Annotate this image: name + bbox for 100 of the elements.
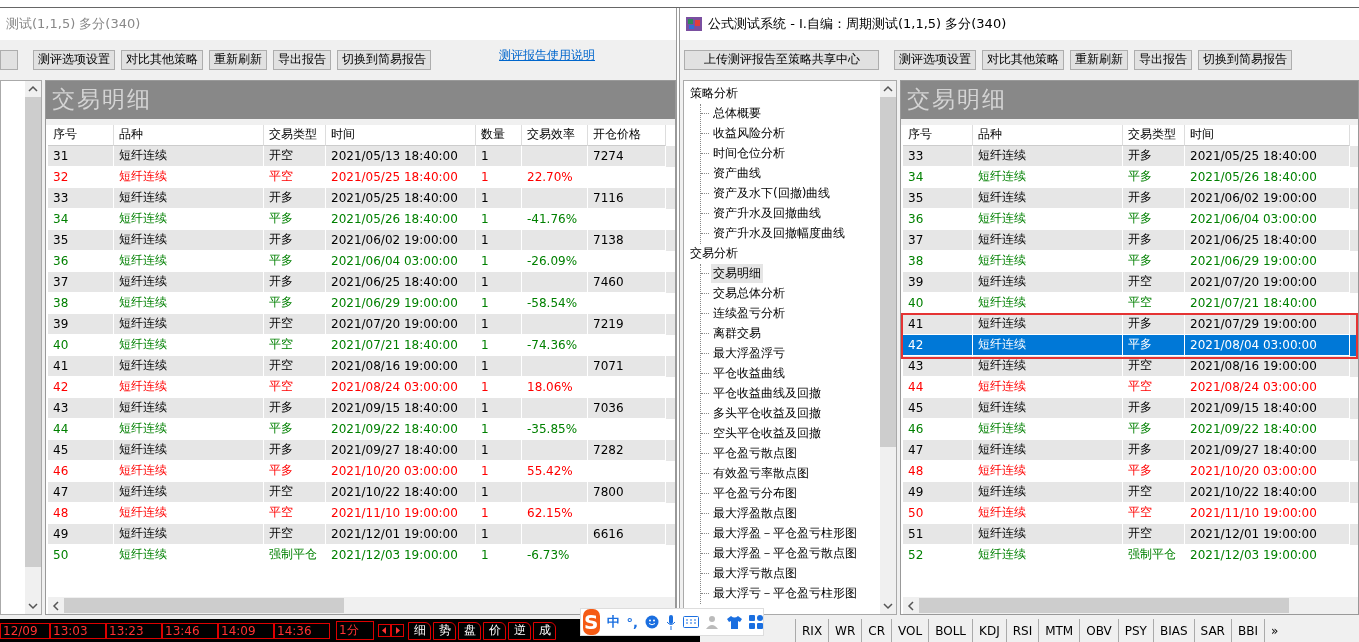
tree-item[interactable]: 空头平仓收益及回撤 xyxy=(711,424,823,444)
tree-item[interactable]: 资产及水下(回撤)曲线 xyxy=(711,184,833,204)
tree-item[interactable]: 平仓收益曲线及回撤 xyxy=(711,384,823,404)
tree-item[interactable]: 平仓盈亏散点图 xyxy=(711,444,799,464)
tree-item[interactable]: 最大浮盈－平仓盈亏散点图 xyxy=(711,544,859,564)
tree-item[interactable]: 最大浮亏－平仓盈亏柱形图 xyxy=(711,584,859,604)
indicator-tab[interactable]: » xyxy=(1263,619,1285,642)
table-row[interactable]: 37 短纤连续 开多 2021/06/25 18:40:00 xyxy=(903,230,1358,251)
horizontal-scrollbar[interactable] xyxy=(903,597,1358,615)
scroll-down-icon[interactable] xyxy=(28,602,38,611)
table-row[interactable]: 35 短纤连续 开多 2021/06/02 19:00:00 1 7138 xyxy=(48,230,675,251)
time-cell[interactable]: 14:09 xyxy=(218,622,274,639)
indicator-tab[interactable]: CR xyxy=(861,619,892,642)
indicator-tab[interactable]: PSY xyxy=(1117,619,1153,642)
vertical-scrollbar[interactable] xyxy=(25,81,41,615)
tree-item[interactable]: 平仓盈亏分布图 xyxy=(711,484,799,504)
tree-item[interactable]: 总体概要 xyxy=(711,104,763,124)
indicator-tab[interactable]: OBV xyxy=(1079,619,1118,642)
indicator-tab[interactable]: RSI xyxy=(1005,619,1039,642)
table-row[interactable]: 39 短纤连续 开空 2021/07/20 19:00:00 xyxy=(903,272,1358,293)
time-cell[interactable]: 13:23 xyxy=(106,622,162,639)
time-cell[interactable]: 12/09 xyxy=(0,622,50,639)
toolbar-button[interactable]: 测评选项设置 xyxy=(894,50,976,70)
upload-button[interactable]: 上传测评报告至策略共享中心 xyxy=(684,50,879,70)
tree-item[interactable]: 离群交易 xyxy=(711,324,763,344)
toolbar-button[interactable]: 切换到简易报告 xyxy=(1198,50,1292,70)
indicator-tab[interactable]: BOLL xyxy=(928,619,972,642)
tree-item[interactable]: 最大浮亏散点图 xyxy=(711,564,799,584)
toolbar-button[interactable]: 切换到简易报告 xyxy=(337,50,431,70)
scroll-left-icon[interactable] xyxy=(52,600,60,611)
tree-item[interactable]: 时间仓位分析 xyxy=(711,144,787,164)
table-row[interactable]: 51 短纤连续 开空 2021/12/01 19:00:00 xyxy=(903,524,1358,545)
table-row[interactable]: 43 短纤连续 开多 2021/09/15 18:40:00 1 7036 xyxy=(48,398,675,419)
tree-item[interactable]: 资产曲线 xyxy=(711,164,763,184)
tree-item[interactable]: 连续盈亏分析 xyxy=(711,304,787,324)
help-link[interactable]: 测评报告使用说明 xyxy=(499,47,595,65)
tree-item[interactable]: 策略分析 xyxy=(688,84,740,104)
scroll-down-icon[interactable] xyxy=(883,602,893,611)
prev-icon[interactable] xyxy=(378,624,391,637)
tree-item[interactable]: 多头平仓收益及回撤 xyxy=(711,404,823,424)
tree-item[interactable]: 交易明细 xyxy=(711,264,763,284)
table-row[interactable]: 31 短纤连续 开空 2021/05/13 18:40:00 1 7274 xyxy=(48,146,675,167)
grid-icon[interactable] xyxy=(749,615,763,629)
table-row[interactable]: 41 短纤连续 开空 2021/08/16 19:00:00 1 7071 xyxy=(48,356,675,377)
indicator-tab[interactable]: WR xyxy=(828,619,862,642)
tree-item[interactable]: 交易总体分析 xyxy=(711,284,787,304)
tree-item[interactable]: 资产升水及回撤幅度曲线 xyxy=(711,224,847,244)
table-row[interactable]: 42 短纤连续 平多 2021/08/04 03:00:00 xyxy=(903,335,1358,356)
toolbar-button[interactable]: 导出报告 xyxy=(273,50,331,70)
table-row[interactable]: 45 短纤连续 开多 2021/09/15 18:40:00 xyxy=(903,398,1358,419)
table-row[interactable]: 47 短纤连续 开空 2021/10/22 18:40:00 1 7800 xyxy=(48,482,675,503)
tree-item[interactable]: 资产升水及回撤曲线 xyxy=(711,204,823,224)
scroll-up-icon[interactable] xyxy=(28,85,38,93)
table-row[interactable]: 37 短纤连续 开多 2021/06/25 18:40:00 1 7460 xyxy=(48,272,675,293)
tree-item[interactable]: 最大浮盈浮亏 xyxy=(711,344,787,364)
view-tab[interactable]: 逆 xyxy=(508,621,531,640)
table-row[interactable]: 49 短纤连续 开空 2021/12/01 19:00:00 1 6616 xyxy=(48,524,675,545)
shirt-icon[interactable] xyxy=(727,615,742,629)
scroll-left-icon[interactable] xyxy=(907,600,915,611)
indicator-tab[interactable]: KDJ xyxy=(972,619,1006,642)
scroll-up-icon[interactable] xyxy=(883,85,893,93)
table-row[interactable]: 35 短纤连续 开多 2021/06/02 19:00:00 xyxy=(903,188,1358,209)
table-row[interactable]: 45 短纤连续 开多 2021/09/27 18:40:00 1 7282 xyxy=(48,440,675,461)
time-cell[interactable]: 13:46 xyxy=(162,622,218,639)
time-cell[interactable]: 14:36 xyxy=(274,622,330,639)
microphone-icon[interactable] xyxy=(666,614,676,630)
toolbar-button[interactable]: 导出报告 xyxy=(1134,50,1192,70)
toolbar-button[interactable]: 对比其他策略 xyxy=(121,50,203,70)
next-icon[interactable] xyxy=(391,624,404,637)
view-tab[interactable]: 价 xyxy=(483,621,506,640)
keyboard-icon[interactable] xyxy=(683,616,699,628)
tree-item[interactable]: 最大浮盈散点图 xyxy=(711,504,799,524)
table-row[interactable]: 49 短纤连续 开空 2021/10/22 18:40:00 xyxy=(903,482,1358,503)
period-cell[interactable]: 1分 xyxy=(336,621,374,640)
indicator-tab[interactable]: SAR xyxy=(1193,619,1231,642)
toolbar-button[interactable]: 测评选项设置 xyxy=(33,50,115,70)
table-row[interactable]: 47 短纤连续 开多 2021/09/27 18:40:00 xyxy=(903,440,1358,461)
indicator-tab[interactable]: VOL xyxy=(891,619,929,642)
view-tab[interactable]: 势 xyxy=(433,621,456,640)
indicator-tab[interactable]: BIAS xyxy=(1152,619,1194,642)
horizontal-scrollbar[interactable] xyxy=(48,597,675,615)
tree-item[interactable]: 最大浮盈－平仓盈亏柱形图 xyxy=(711,524,859,544)
tree-item[interactable]: 收益风险分析 xyxy=(711,124,787,144)
smiley-icon[interactable] xyxy=(645,615,659,629)
table-row[interactable]: 41 短纤连续 开多 2021/07/29 19:00:00 xyxy=(903,314,1358,335)
toolbar-button[interactable]: 重新刷新 xyxy=(1070,50,1128,70)
table-row[interactable]: 39 短纤连续 开空 2021/07/20 19:00:00 1 7219 xyxy=(48,314,675,335)
view-tab[interactable]: 盘 xyxy=(458,621,481,640)
tree-item[interactable]: 交易分析 xyxy=(688,244,740,264)
toolbar-button[interactable]: 对比其他策略 xyxy=(982,50,1064,70)
ime-mode[interactable]: °, xyxy=(626,614,638,630)
view-tab[interactable]: 细 xyxy=(408,621,431,640)
table-row[interactable]: 33 短纤连续 开多 2021/05/25 18:40:00 xyxy=(903,146,1358,167)
indicator-tab[interactable]: BBI xyxy=(1230,619,1264,642)
indicator-tab[interactable]: MTM xyxy=(1038,619,1080,642)
tree-item[interactable]: 有效盈亏率散点图 xyxy=(711,464,811,484)
toolbar-button[interactable]: 重新刷新 xyxy=(209,50,267,70)
view-tab[interactable]: 成 xyxy=(533,621,556,640)
indicator-tab[interactable]: RIX xyxy=(795,619,829,642)
tree-item[interactable]: 平仓收益曲线 xyxy=(711,364,787,384)
